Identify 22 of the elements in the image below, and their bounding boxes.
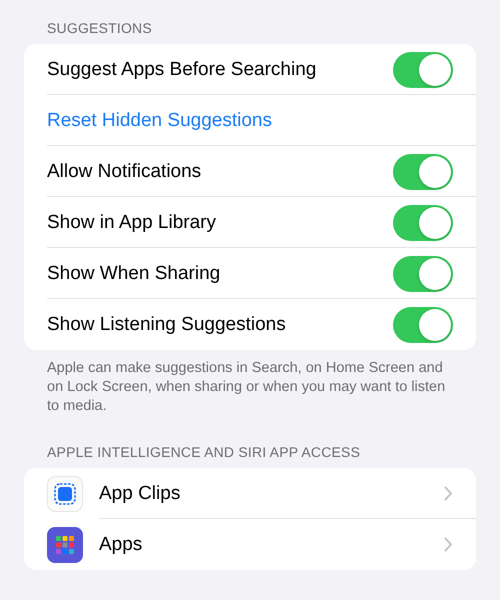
- chevron-icon: [444, 486, 453, 501]
- toggle-switch[interactable]: [393, 306, 453, 342]
- toggle-switch[interactable]: [393, 256, 453, 292]
- app-row[interactable]: Apps: [24, 519, 476, 570]
- section-header: APPLE INTELLIGENCE AND SIRI APP ACCESS: [46, 444, 362, 462]
- toggle-switch[interactable]: [393, 154, 453, 190]
- app-grid-icon: [47, 526, 83, 562]
- setting-label: Show When Sharing: [47, 262, 222, 284]
- section-header: SUGGESTIONS: [46, 20, 153, 38]
- app-row[interactable]: App Clips: [24, 468, 476, 519]
- setting-label: Show in App Library: [47, 212, 217, 234]
- setting-label: Suggest Apps Before Searching: [47, 58, 318, 80]
- setting-label: Allow Notifications: [47, 160, 202, 182]
- toggle-switch[interactable]: [393, 204, 453, 240]
- toggle-switch[interactable]: [393, 52, 453, 88]
- setting-label: Show Listening Suggestions: [47, 314, 287, 336]
- app-label: App Clips: [99, 482, 182, 504]
- chevron-icon: [444, 537, 453, 552]
- footer-note: Apple can make suggestions in Search, on Home Screen and on Lock Screen, when sharing or when you may want to listen to media.: [46, 359, 446, 416]
- app-label: Apps: [99, 534, 144, 556]
- reset-link[interactable]: Reset Hidden Suggestions: [47, 110, 453, 132]
- app-clips-icon: [47, 476, 83, 512]
